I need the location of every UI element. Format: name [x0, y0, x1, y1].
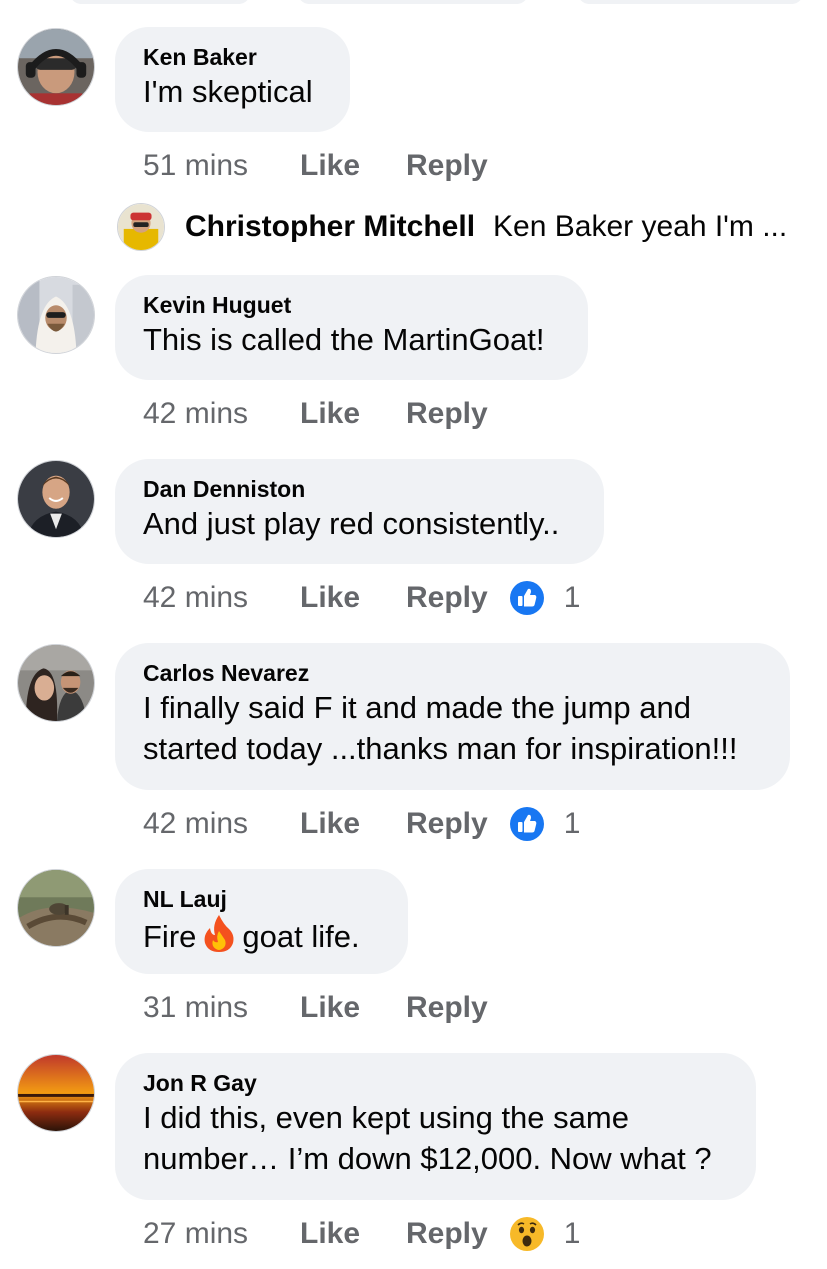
comment-author[interactable]: Jon R Gay — [143, 1069, 728, 1097]
comment-text: I'm skeptical — [143, 74, 313, 109]
comment-actions: 42 mins Like Reply 1 — [143, 804, 580, 844]
comment-author[interactable]: Ken Baker — [143, 43, 322, 71]
comment-bubble: Kevin Huguet This is called the MartinGo… — [115, 275, 588, 380]
comment-text: I finally said F it and made the jump an… — [143, 690, 738, 766]
comment-bubble: Carlos Nevarez I finally said F it and m… — [115, 643, 790, 790]
reply-preview-text: Ken Baker yeah I'm ... — [493, 210, 788, 243]
comment-text: And just play red consistently.. — [143, 506, 560, 541]
comment-timestamp[interactable]: 42 mins — [143, 397, 300, 431]
like-reaction-icon — [509, 581, 544, 615]
comment-bubble: Jon R Gay I did this, even kept using th… — [115, 1053, 756, 1200]
previous-content-edge — [298, 0, 528, 4]
reply-button[interactable]: Reply — [406, 807, 488, 841]
reply-preview[interactable]: Christopher Mitchell Ken Baker yeah I'm … — [117, 202, 787, 252]
fire-emoji-icon — [202, 913, 236, 953]
comment-author[interactable]: Kevin Huguet — [143, 291, 560, 319]
reaction-summary[interactable]: 1 — [509, 1217, 581, 1251]
previous-content-edge — [578, 0, 803, 4]
comment-timestamp[interactable]: 42 mins — [143, 581, 300, 615]
avatar[interactable] — [17, 460, 95, 538]
reply-button[interactable]: Reply — [406, 397, 488, 431]
comment-author[interactable]: Dan Denniston — [143, 475, 576, 503]
comment-text-start: Fire — [143, 919, 197, 954]
avatar[interactable] — [17, 276, 95, 354]
comment-timestamp[interactable]: 51 mins — [143, 149, 300, 183]
comment-bubble: NL Lauj Fire goat life. — [115, 869, 408, 974]
avatar[interactable] — [17, 28, 95, 106]
comment-actions: 31 mins Like Reply — [143, 988, 488, 1028]
reply-button[interactable]: Reply — [406, 1217, 488, 1251]
like-button[interactable]: Like — [300, 149, 406, 183]
like-button[interactable]: Like — [300, 581, 406, 615]
wow-reaction-icon — [509, 1217, 544, 1251]
reaction-count: 1 — [563, 581, 581, 614]
reaction-summary[interactable]: 1 — [509, 581, 581, 615]
comment-timestamp[interactable]: 42 mins — [143, 807, 300, 841]
reply-button[interactable]: Reply — [406, 991, 488, 1025]
like-button[interactable]: Like — [300, 397, 406, 431]
reply-avatar[interactable] — [117, 203, 165, 251]
like-button[interactable]: Like — [300, 991, 406, 1025]
comment-timestamp[interactable]: 31 mins — [143, 991, 300, 1025]
comment-timestamp[interactable]: 27 mins — [143, 1217, 300, 1251]
avatar[interactable] — [17, 644, 95, 722]
comment-text: Fire goat life. — [143, 913, 380, 957]
reaction-count: 1 — [563, 1217, 581, 1250]
comment-text-end: goat life. — [242, 919, 360, 954]
comment-text: This is called the MartinGoat! — [143, 322, 545, 357]
comment-bubble: Dan Denniston And just play red consiste… — [115, 459, 604, 564]
reaction-count: 1 — [563, 807, 581, 840]
comment-actions: 51 mins Like Reply — [143, 146, 488, 186]
comment-bubble: Ken Baker I'm skeptical — [115, 27, 350, 132]
like-reaction-icon — [509, 807, 544, 841]
reply-button[interactable]: Reply — [406, 149, 488, 183]
like-button[interactable]: Like — [300, 1217, 406, 1251]
comment-actions: 42 mins Like Reply 1 — [143, 578, 580, 618]
reply-button[interactable]: Reply — [406, 581, 488, 615]
avatar[interactable] — [17, 869, 95, 947]
like-button[interactable]: Like — [300, 807, 406, 841]
reply-author[interactable]: Christopher Mitchell — [185, 210, 475, 244]
previous-content-edge — [70, 0, 250, 4]
avatar[interactable] — [17, 1054, 95, 1132]
comment-actions: 27 mins Like Reply 1 — [143, 1214, 580, 1254]
comment-actions: 42 mins Like Reply — [143, 394, 488, 434]
comment-author[interactable]: Carlos Nevarez — [143, 659, 762, 687]
comment-text: I did this, even kept using the same num… — [143, 1100, 712, 1176]
reaction-summary[interactable]: 1 — [509, 807, 581, 841]
comment-author[interactable]: NL Lauj — [143, 885, 380, 913]
